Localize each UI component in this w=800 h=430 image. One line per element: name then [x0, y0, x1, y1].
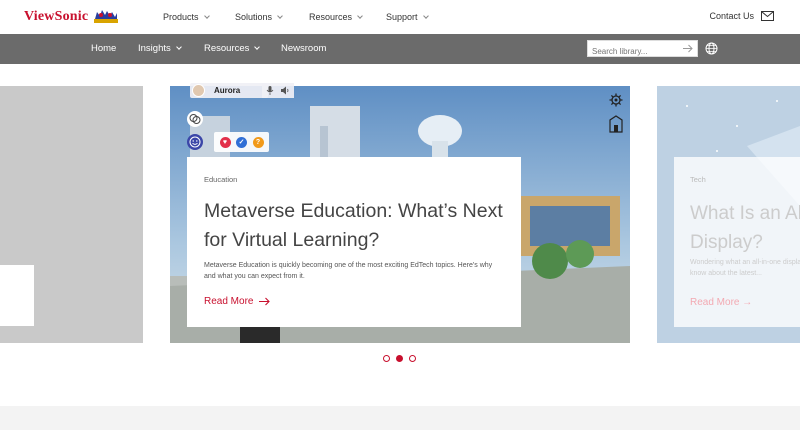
microphone-icon	[266, 86, 274, 95]
arrow-right-icon[interactable]	[683, 44, 693, 53]
subnav-item-home[interactable]: Home	[91, 43, 116, 54]
contact-label: Contact Us	[709, 11, 754, 21]
topnav-item-resources[interactable]: Resources	[309, 12, 363, 22]
birds-logo-icon	[94, 10, 118, 23]
user-name: Aurora	[214, 86, 241, 95]
subnav-label: Resources	[204, 43, 250, 54]
topnav-item-solutions[interactable]: Solutions	[235, 12, 283, 22]
carousel-dot[interactable]	[383, 355, 390, 362]
mail-icon	[761, 11, 774, 21]
article-title[interactable]: Metaverse Education: What’s Next for Vir…	[204, 197, 504, 255]
read-more-label: Read More	[204, 296, 254, 307]
chevron-down-icon	[422, 12, 429, 19]
scene-controls	[609, 93, 623, 133]
next-article-tag: Tech	[690, 175, 706, 184]
subnav-label: Home	[91, 43, 117, 54]
next-read-more-link: Read More →	[690, 297, 753, 308]
chevron-down-icon	[175, 44, 182, 50]
page-section-band	[0, 406, 800, 430]
arrow-right-icon	[259, 297, 271, 306]
article-card[interactable]: Education Metaverse Education: What’s Ne…	[187, 157, 521, 327]
user-pill: Aurora	[190, 83, 268, 98]
carousel-pagination	[383, 355, 416, 362]
brand-logo[interactable]: ViewSonic	[24, 9, 88, 25]
topnav-label: Solutions	[235, 12, 273, 22]
slide-card	[0, 265, 34, 326]
thumbs-up-icon[interactable]: ✓	[236, 136, 247, 148]
topnav-item-products[interactable]: Products	[163, 12, 210, 22]
article-description: Metaverse Education is quickly becoming …	[204, 262, 493, 280]
search-box	[587, 40, 698, 59]
chevron-down-icon	[277, 12, 283, 19]
top-navigation: ViewSonic Products Solutions Resources S…	[0, 0, 800, 34]
next-article-description: Wondering what an all-in-one display is?…	[690, 259, 800, 277]
subnav-label: Newsroom	[281, 43, 327, 54]
next-article-title: What Is an All-in-One Display?	[690, 203, 800, 253]
gear-icon[interactable]	[609, 93, 623, 107]
carousel-slide-previous[interactable]	[0, 86, 143, 343]
subnav-label: Insights	[138, 43, 171, 54]
heart-icon[interactable]: ♥	[219, 136, 231, 148]
read-more-link[interactable]: Read More	[204, 296, 271, 307]
topnav-label: Resources	[309, 12, 353, 22]
pill-icons	[262, 83, 294, 98]
contact-us-link[interactable]: Contact Us	[709, 11, 774, 21]
chevron-down-icon	[203, 12, 210, 19]
globe-icon[interactable]	[705, 42, 718, 55]
article-tag[interactable]: Education	[204, 175, 237, 184]
carousel-dot-active[interactable]	[396, 355, 403, 362]
speaker-icon	[281, 86, 289, 95]
carousel-slide-next[interactable]: Tech What Is an All-in-One Display? Wond…	[657, 86, 800, 343]
question-icon[interactable]: ?	[252, 136, 264, 148]
building-icon[interactable]	[609, 115, 623, 133]
read-more-label: Read More	[690, 297, 740, 308]
emoji-icon[interactable]	[187, 134, 203, 150]
reaction-bar: ♥ ✓ ?	[214, 132, 269, 152]
chevron-down-icon	[254, 44, 261, 50]
topnav-item-support[interactable]: Support	[386, 12, 429, 22]
avatar	[192, 84, 205, 97]
subnav-item-insights[interactable]: Insights	[138, 43, 182, 54]
subnav-item-newsroom[interactable]: Newsroom	[281, 43, 326, 54]
chat-icon[interactable]	[187, 111, 203, 127]
brand-name: ViewSonic	[24, 9, 89, 24]
subnav-item-resources[interactable]: Resources	[204, 43, 261, 54]
next-article-card: Tech What Is an All-in-One Display? Wond…	[674, 157, 800, 327]
carousel-dot[interactable]	[409, 355, 416, 362]
topnav-label: Support	[386, 12, 418, 22]
search-input[interactable]	[588, 44, 678, 59]
chevron-down-icon	[357, 12, 363, 19]
topnav-label: Products	[163, 12, 199, 22]
